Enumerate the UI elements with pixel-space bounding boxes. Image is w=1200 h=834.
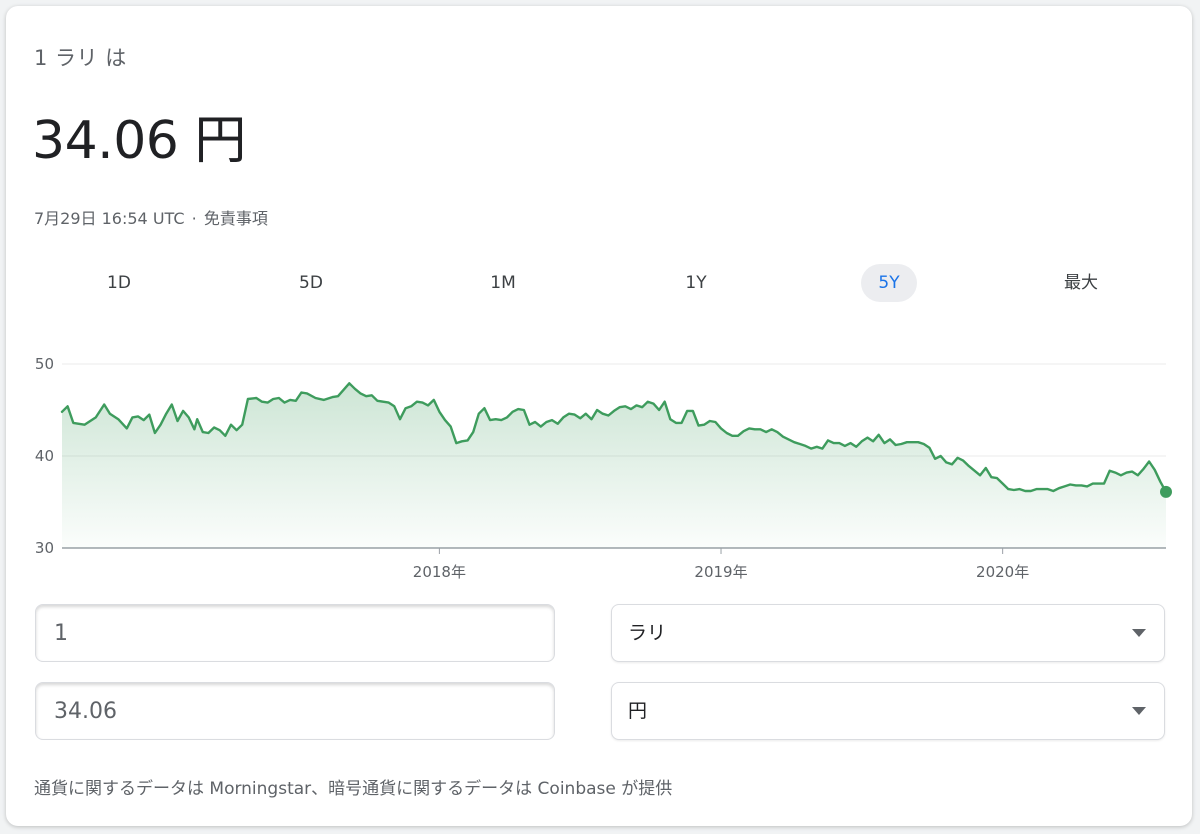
to-currency-select[interactable]: 円 xyxy=(611,682,1165,740)
data-source-note: 通貨に関するデータは Morningstar、暗号通貨に関するデータは Coin… xyxy=(34,779,673,799)
time-range-tabs: 1D 5D 1M 1Y 5Y 最大 xyxy=(62,264,1158,304)
exchange-rate-chart[interactable]: 50 40 30 2018年 2019年 2020年 xyxy=(6,344,1192,588)
to-amount-box xyxy=(35,682,555,740)
dropdown-arrow-icon xyxy=(1132,629,1146,637)
from-amount-box xyxy=(35,604,555,662)
timestamp-line: 7月29日 16:54 UTC · 免責事項 xyxy=(34,205,268,229)
x-tick-label: 2018年 xyxy=(413,563,466,581)
current-point-marker xyxy=(1160,485,1172,498)
x-tick-label: 2020年 xyxy=(976,563,1029,581)
from-currency-select[interactable]: ラリ xyxy=(611,604,1165,662)
from-amount-input[interactable] xyxy=(36,605,554,661)
tab-1d[interactable]: 1D xyxy=(91,264,147,302)
tab-max[interactable]: 最大 xyxy=(1053,264,1109,302)
y-tick-label: 40 xyxy=(35,447,54,465)
tab-1y[interactable]: 1Y xyxy=(668,264,724,302)
from-currency-label: ラリ xyxy=(628,622,667,644)
tab-5d[interactable]: 5D xyxy=(283,264,339,302)
series-area xyxy=(62,383,1166,548)
tab-5y[interactable]: 5Y xyxy=(861,264,917,302)
to-currency-label: 円 xyxy=(628,700,648,722)
timestamp: 7月29日 16:54 UTC xyxy=(34,209,185,228)
to-amount-input[interactable] xyxy=(36,683,554,739)
y-tick-label: 50 xyxy=(35,355,54,373)
x-tick-label: 2019年 xyxy=(694,563,747,581)
disclaimer-link[interactable]: 免責事項 xyxy=(204,209,268,228)
currency-converter-card: 1 ラリ は 34.06 円 7月29日 16:54 UTC · 免責事項 1D… xyxy=(6,6,1192,826)
conversion-subtitle: 1 ラリ は xyxy=(34,46,127,70)
y-tick-label: 30 xyxy=(35,539,54,557)
exchange-rate: 34.06 円 xyxy=(32,111,246,171)
dropdown-arrow-icon xyxy=(1132,707,1146,715)
separator: · xyxy=(191,209,197,228)
tab-1m[interactable]: 1M xyxy=(475,264,531,302)
